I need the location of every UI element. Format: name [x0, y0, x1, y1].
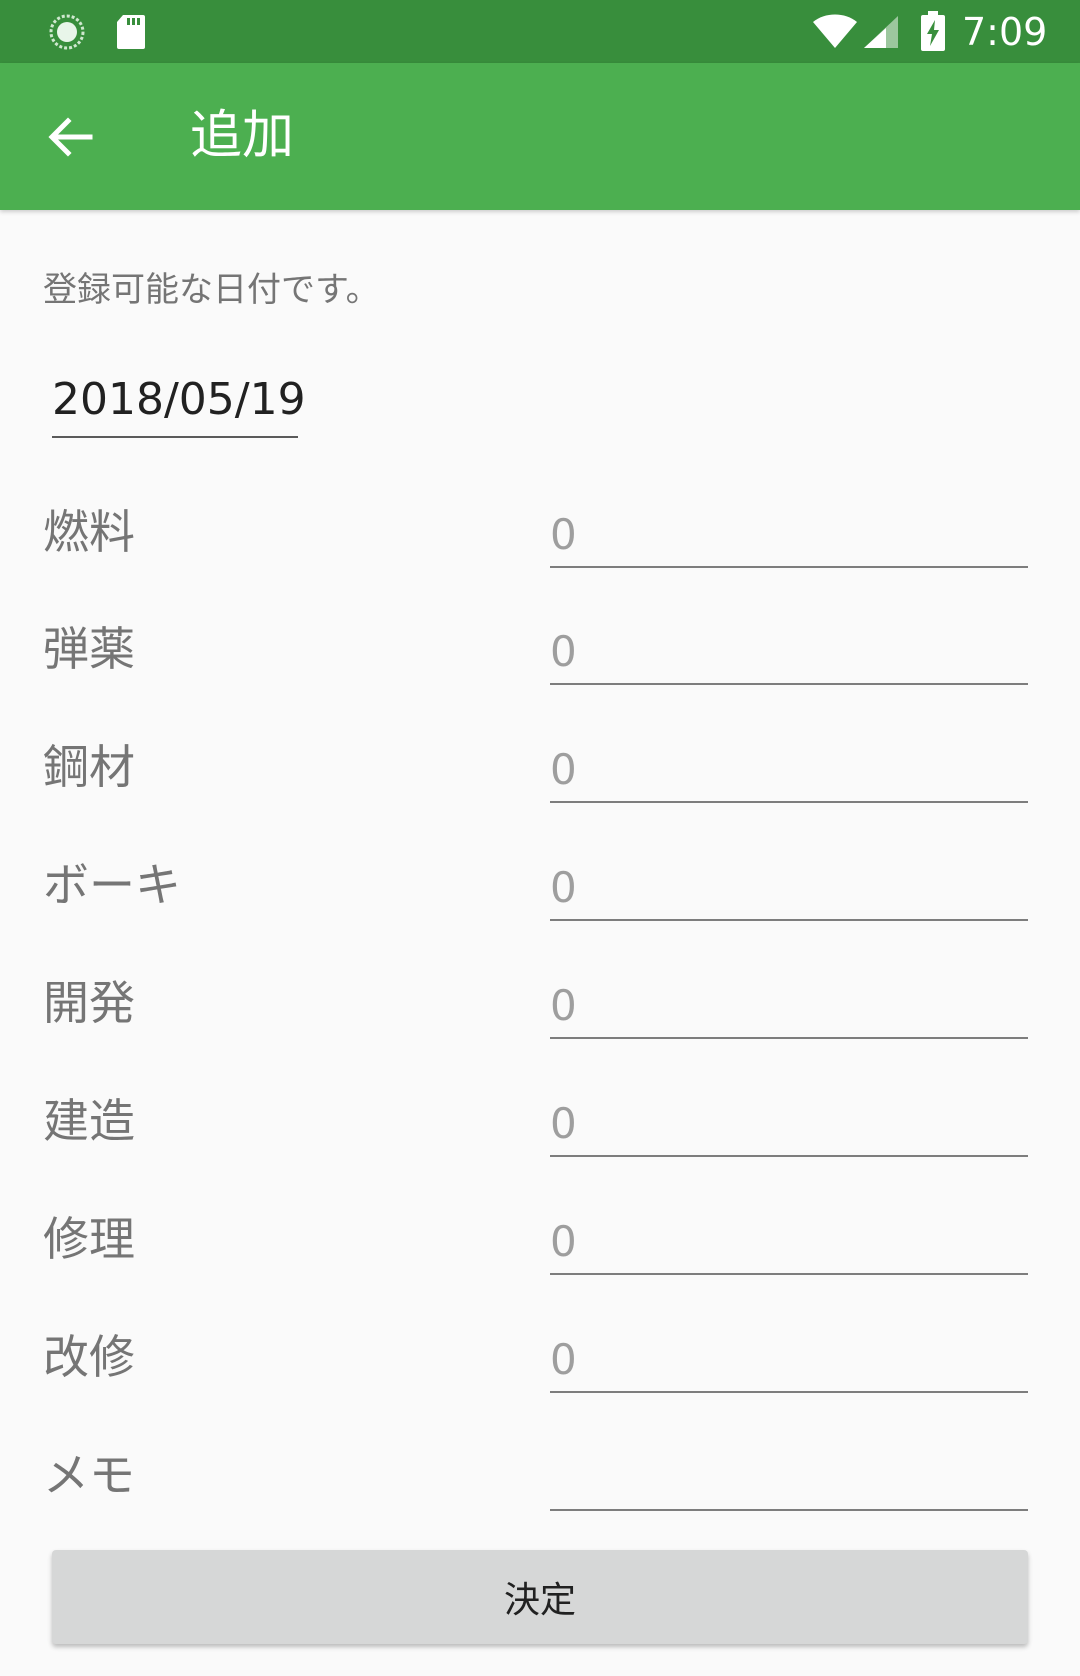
- date-hint-text: 登録可能な日付です。: [43, 270, 380, 310]
- battery-charging-icon: [921, 11, 945, 51]
- submit-button[interactable]: 決定: [52, 1550, 1028, 1644]
- sd-card-icon: [117, 15, 145, 49]
- construction-input[interactable]: [550, 1091, 1028, 1157]
- ammo-input[interactable]: [550, 619, 1028, 685]
- status-time: 7:09: [962, 10, 1048, 54]
- steel-input[interactable]: [550, 737, 1028, 803]
- app-bar: 追加: [0, 63, 1080, 210]
- development-input[interactable]: [550, 973, 1028, 1039]
- bauxite-input[interactable]: [550, 855, 1028, 921]
- construction-label: 建造: [43, 1094, 135, 1148]
- development-label: 開発: [43, 976, 135, 1030]
- status-bar: 7:09: [0, 0, 1080, 63]
- wifi-icon: [813, 14, 857, 48]
- fuel-input[interactable]: [550, 502, 1028, 568]
- sync-icon: [49, 14, 85, 50]
- arrow-back-icon[interactable]: [44, 111, 96, 163]
- improvement-input[interactable]: [550, 1327, 1028, 1393]
- steel-label: 鋼材: [43, 740, 135, 794]
- repair-label: 修理: [43, 1212, 135, 1266]
- page-title: 追加: [190, 106, 295, 166]
- memo-input[interactable]: [550, 1445, 1028, 1511]
- ammo-label: 弾薬: [43, 622, 135, 676]
- repair-input[interactable]: [550, 1209, 1028, 1275]
- bauxite-label: ボーキ: [43, 858, 181, 912]
- date-field[interactable]: 2018/05/19: [52, 370, 306, 438]
- memo-label: メモ: [43, 1448, 135, 1502]
- fuel-label: 燃料: [43, 505, 135, 559]
- improvement-label: 改修: [43, 1330, 135, 1384]
- cell-signal-icon: [864, 16, 898, 48]
